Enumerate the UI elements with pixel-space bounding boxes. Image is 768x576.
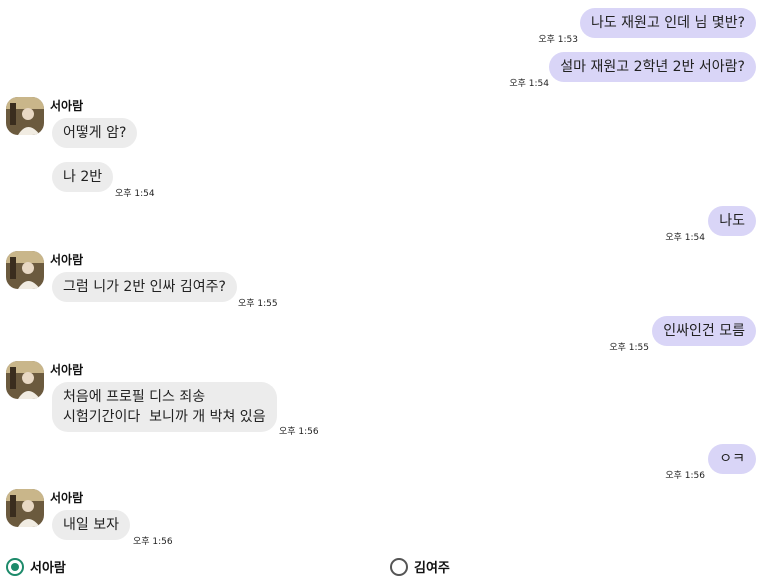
received-message-bubble: 내일 보자 [52, 510, 130, 540]
sent-message-bubble: 설마 재원고 2학년 2반 서아람? [549, 52, 756, 82]
received-message-bubble: 어떻게 암? [52, 118, 138, 148]
message-timestamp: 오후 1:54 [665, 233, 705, 243]
sent-message-bubble: 나도 [708, 206, 756, 236]
message-timestamp: 오후 1:56 [279, 427, 319, 437]
message-timestamp: 오후 1:55 [238, 299, 278, 309]
received-message-bubble: 나 2반 [52, 162, 114, 192]
participant-label: 김여주 [414, 561, 450, 576]
radio-unchecked-icon [390, 557, 408, 576]
sent-message-bubble: 나도 재원고 인데 님 몇반? [579, 8, 756, 38]
sent-message-bubble: 인싸인건 모름 [652, 316, 756, 346]
sender-name: 서아람 [50, 363, 84, 377]
participant-radio-other[interactable]: 김여주 [390, 557, 450, 576]
sent-message-bubble: ㅇㅋ [708, 444, 756, 474]
avatar[interactable] [6, 251, 44, 289]
radio-checked-icon [6, 557, 24, 576]
avatar[interactable] [6, 489, 44, 527]
message-timestamp: 오후 1:54 [115, 189, 155, 199]
sender-name: 서아람 [50, 99, 84, 113]
sender-name: 서아람 [50, 253, 84, 267]
participant-radio-selected[interactable]: 서아람 [6, 557, 66, 576]
received-message-bubble: 처음에 프로필 디스 죄송 시험기간이다 보니까 개 박쳐 있음 [52, 382, 277, 432]
avatar[interactable] [6, 361, 44, 399]
message-timestamp: 오후 1:56 [133, 537, 173, 547]
message-timestamp: 오후 1:56 [665, 471, 705, 481]
received-message-bubble: 그럼 니가 2반 인싸 김여주? [52, 272, 237, 302]
message-timestamp: 오후 1:55 [609, 343, 649, 353]
avatar[interactable] [6, 97, 44, 135]
sender-name: 서아람 [50, 491, 84, 505]
participant-label: 서아람 [30, 561, 66, 576]
message-timestamp: 오후 1:53 [538, 35, 578, 45]
message-timestamp: 오후 1:54 [509, 79, 549, 89]
